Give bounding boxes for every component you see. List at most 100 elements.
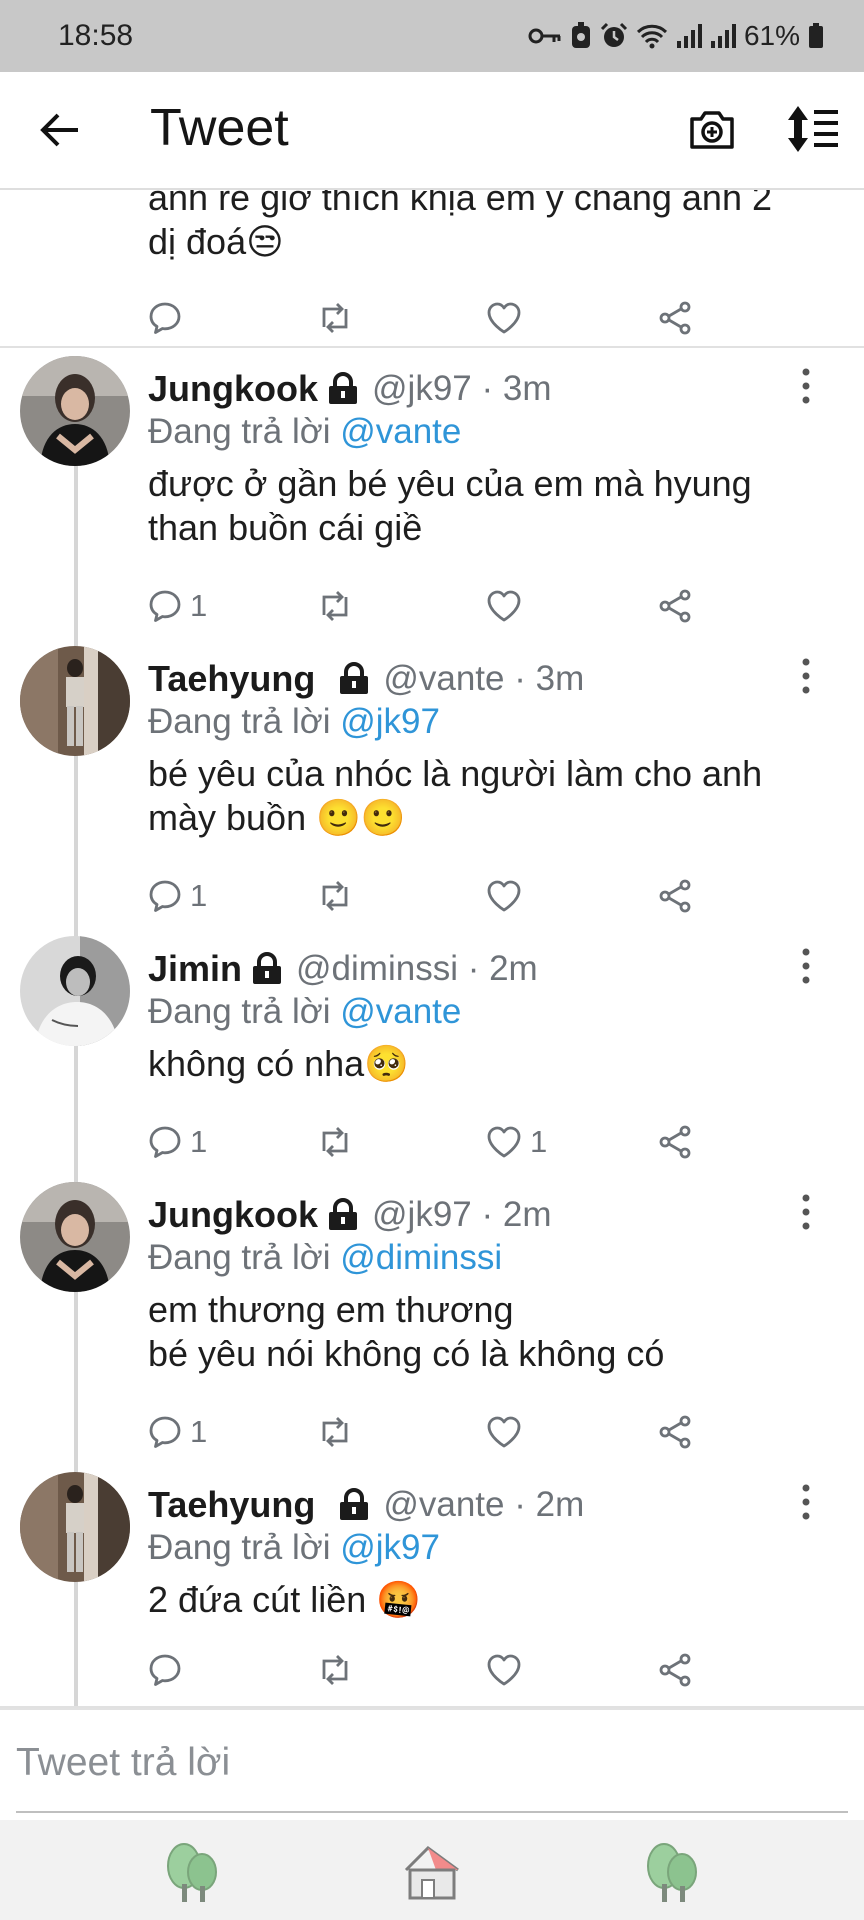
- display-name[interactable]: Jimin: [148, 948, 242, 990]
- tweet[interactable]: Jimin @diminssi · 2m Đang trả lời @vante…: [0, 930, 864, 1176]
- more-options-button[interactable]: [796, 1192, 816, 1232]
- page-title: Tweet: [150, 99, 289, 157]
- replying-to: Đang trả lời @jk97: [148, 702, 440, 741]
- display-name[interactable]: Taehyung: [148, 658, 315, 700]
- camera-button[interactable]: [688, 105, 736, 153]
- reply-button[interactable]: [148, 296, 182, 340]
- tweet[interactable]: Jungkook @jk97 · 3m Đang trả lời @vante …: [0, 350, 864, 640]
- tweet-header: Taehyung @vante · 3m: [148, 658, 584, 700]
- mention-link[interactable]: @jk97: [340, 1528, 440, 1567]
- retweet-icon: [322, 303, 348, 333]
- replying-to: Đang trả lời @jk97: [148, 1528, 440, 1567]
- nav-button-right[interactable]: [640, 1840, 704, 1904]
- display-name[interactable]: Jungkook: [148, 1194, 318, 1236]
- tweet-actions: 1: [148, 1410, 708, 1454]
- like-button[interactable]: [486, 1410, 530, 1454]
- status-time: 18:58: [58, 19, 134, 52]
- share-icon: [659, 879, 691, 913]
- nfc-icon: [570, 22, 592, 50]
- nav-button-home[interactable]: [400, 1840, 464, 1904]
- reply-button[interactable]: [148, 1648, 190, 1692]
- lock-icon: [329, 372, 358, 404]
- share-icon: [659, 1125, 691, 1159]
- handle-and-time: @jk97 · 2m: [372, 1195, 552, 1234]
- retweet-button[interactable]: [316, 1648, 354, 1692]
- tweet-actions: [148, 296, 708, 340]
- retweet-button[interactable]: [316, 874, 354, 918]
- share-button[interactable]: [658, 1120, 692, 1164]
- like-button[interactable]: [486, 874, 530, 918]
- tweet-thread: anh rể giờ thích khịa em y chang anh 2 d…: [0, 190, 864, 1708]
- mention-link[interactable]: @jk97: [340, 702, 440, 741]
- handle-and-time: @diminssi · 2m: [296, 949, 538, 988]
- share-button[interactable]: [658, 1410, 692, 1454]
- display-name[interactable]: Jungkook: [148, 368, 318, 410]
- sort-icon: [788, 106, 838, 152]
- avatar[interactable]: [20, 646, 130, 756]
- tweet[interactable]: Taehyung @vante · 3m Đang trả lời @jk97 …: [0, 640, 864, 930]
- display-name[interactable]: Taehyung: [148, 1484, 315, 1526]
- tweet[interactable]: Taehyung @vante · 2m Đang trả lời @jk97 …: [0, 1466, 864, 1708]
- status-icons: 61%: [528, 20, 824, 52]
- battery-level: 61%: [743, 20, 800, 51]
- tweet-header: Jungkook @jk97 · 2m: [148, 1194, 551, 1236]
- mention-link[interactable]: @vante: [340, 992, 461, 1031]
- share-button[interactable]: [658, 874, 692, 918]
- handle-and-time: @vante · 2m: [383, 1485, 585, 1524]
- share-button[interactable]: [658, 296, 692, 340]
- replying-to: Đang trả lời @vante: [148, 992, 462, 1031]
- retweet-button[interactable]: [316, 1410, 354, 1454]
- like-button[interactable]: [486, 296, 522, 340]
- mention-link[interactable]: @diminssi: [340, 1238, 502, 1277]
- app-bar: Tweet: [0, 72, 864, 190]
- avatar[interactable]: [20, 1182, 130, 1292]
- share-icon: [659, 589, 691, 623]
- back-button[interactable]: [38, 108, 82, 152]
- retweet-icon: [322, 1417, 348, 1447]
- avatar[interactable]: [20, 936, 130, 1046]
- retweet-button[interactable]: [316, 584, 354, 628]
- reply-icon: [149, 590, 181, 622]
- reply-button[interactable]: 1: [148, 874, 207, 918]
- like-button[interactable]: [486, 1648, 530, 1692]
- share-button[interactable]: [658, 584, 692, 628]
- share-button[interactable]: [658, 1648, 692, 1692]
- tweet-text: được ở gần bé yêu của em mà hyung than b…: [148, 463, 752, 548]
- more-vertical-icon: [802, 368, 810, 404]
- more-vertical-icon: [802, 948, 810, 984]
- retweet-icon: [322, 591, 348, 621]
- retweet-button[interactable]: [316, 296, 354, 340]
- tweet-actions: 1: [148, 874, 708, 918]
- tweet[interactable]: Jungkook @jk97 · 2m Đang trả lời @dimins…: [0, 1176, 864, 1466]
- heart-icon: [487, 1416, 521, 1448]
- more-options-button[interactable]: [796, 946, 816, 986]
- more-options-button[interactable]: [796, 366, 816, 406]
- nav-button-left[interactable]: [160, 1840, 224, 1904]
- reply-count: 1: [190, 1124, 208, 1159]
- replying-to: Đang trả lời @vante: [148, 412, 462, 451]
- reply-icon: [149, 1654, 181, 1686]
- reply-button[interactable]: 1: [148, 584, 207, 628]
- like-count: 1: [530, 1124, 548, 1159]
- avatar[interactable]: [20, 356, 130, 466]
- like-button[interactable]: 1: [486, 1120, 547, 1164]
- reply-button[interactable]: 1: [148, 1120, 207, 1164]
- bottom-nav: [0, 1820, 864, 1920]
- more-options-button[interactable]: [796, 1482, 816, 1522]
- mention-link[interactable]: @vante: [340, 412, 461, 451]
- reply-icon: [149, 880, 181, 912]
- more-options-button[interactable]: [796, 656, 816, 696]
- like-button[interactable]: [486, 584, 530, 628]
- reply-input[interactable]: [16, 1732, 848, 1794]
- retweet-button[interactable]: [316, 1120, 354, 1164]
- heart-icon: [487, 880, 521, 912]
- tweet-actions: [148, 1648, 708, 1692]
- reply-button[interactable]: 1: [148, 1410, 207, 1454]
- avatar[interactable]: [20, 1472, 130, 1582]
- retweet-icon: [322, 881, 348, 911]
- reply-count: 1: [190, 878, 208, 913]
- signal-icon: [710, 23, 736, 49]
- signal-icon: [676, 23, 702, 49]
- sort-button[interactable]: [784, 104, 840, 154]
- tweet-header: Jimin @diminssi · 2m: [148, 948, 538, 990]
